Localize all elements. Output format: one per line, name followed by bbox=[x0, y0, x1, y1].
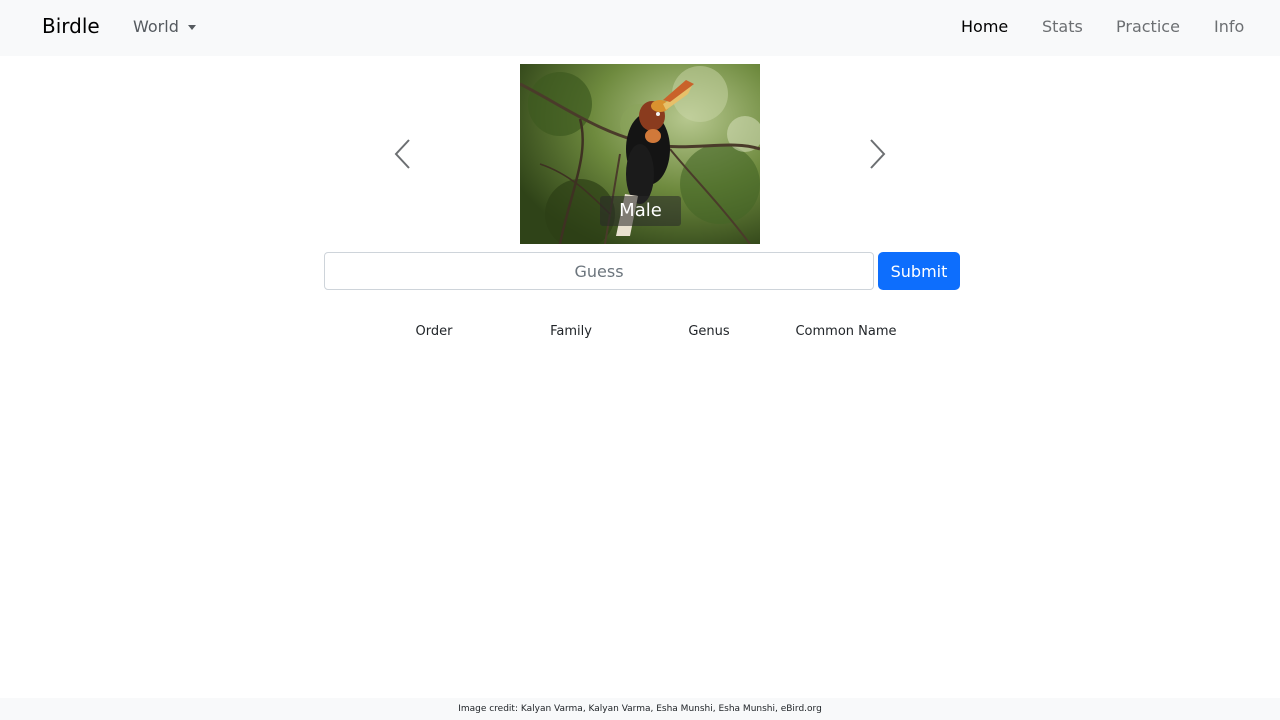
brand-link[interactable]: Birdle bbox=[42, 14, 100, 38]
column-common-name: Common Name bbox=[795, 324, 897, 339]
nav-info[interactable]: Info bbox=[1214, 17, 1244, 36]
image-credit: Image credit: Kalyan Varma, Kalyan Varma… bbox=[458, 704, 822, 714]
column-family: Family bbox=[550, 324, 592, 339]
footer: Image credit: Kalyan Varma, Kalyan Varma… bbox=[0, 698, 1280, 720]
nav-stats[interactable]: Stats bbox=[1042, 17, 1083, 36]
region-dropdown[interactable]: World bbox=[133, 17, 196, 36]
guess-input[interactable] bbox=[324, 252, 874, 290]
column-genus: Genus bbox=[688, 324, 730, 339]
results-header: Order Family Genus Common Name bbox=[0, 324, 1280, 342]
column-order: Order bbox=[415, 324, 453, 339]
submit-button[interactable]: Submit bbox=[878, 252, 960, 290]
navbar: Birdle World Home Stats Practice Info bbox=[0, 0, 1280, 56]
image-caption: Male bbox=[600, 196, 681, 226]
chevron-right-icon bbox=[870, 139, 886, 169]
carousel-next-button[interactable] bbox=[865, 136, 889, 172]
caret-down-icon bbox=[187, 25, 196, 30]
chevron-left-icon bbox=[394, 139, 410, 169]
nav-practice[interactable]: Practice bbox=[1116, 17, 1180, 36]
carousel-prev-button[interactable] bbox=[391, 136, 415, 172]
bird-image-carousel[interactable]: Male bbox=[520, 64, 760, 244]
region-dropdown-label: World bbox=[133, 17, 179, 36]
nav-home[interactable]: Home bbox=[961, 17, 1008, 36]
